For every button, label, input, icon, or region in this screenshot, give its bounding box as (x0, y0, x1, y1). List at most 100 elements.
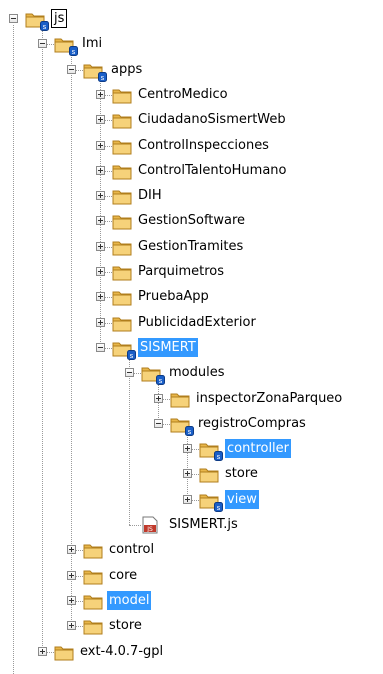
expand-toggle-icon[interactable] (96, 141, 105, 150)
tree-row[interactable]: CiudadanoSismertWeb (0, 108, 383, 133)
tree-item-label[interactable]: ControlInspecciones (136, 136, 271, 155)
expand-toggle-icon[interactable] (67, 621, 76, 630)
tree-item-label[interactable]: ControlTalentoHumano (136, 161, 288, 180)
tree-row[interactable]: store (0, 614, 383, 639)
tree-row[interactable]: model (0, 589, 383, 614)
tree-row[interactable]: s js (0, 7, 383, 32)
folder-icon: s (169, 414, 194, 436)
tree-row[interactable]: s apps (0, 58, 383, 83)
tree-row[interactable]: PublicidadExterior (0, 311, 383, 336)
folder-icon (111, 313, 133, 333)
folder-icon: s (198, 439, 223, 461)
tree-item-label[interactable]: PruebaApp (136, 287, 211, 306)
service-badge-icon: s (98, 72, 107, 82)
expand-toggle-icon[interactable] (96, 318, 105, 327)
service-badge-icon: s (156, 375, 165, 385)
tree-row[interactable]: JS SISMERT.js (0, 513, 383, 538)
tree-item-label[interactable]: inspectorZonaParqueo (194, 389, 344, 408)
tree-row[interactable]: ControlInspecciones (0, 134, 383, 159)
folder-icon (82, 591, 104, 611)
folder-icon (111, 262, 133, 282)
tree-row[interactable]: inspectorZonaParqueo (0, 387, 383, 412)
tree-item-label[interactable]: ext-4.0.7-gpl (78, 642, 165, 661)
tree-row[interactable]: CentroMedico (0, 83, 383, 108)
expand-toggle-icon[interactable] (183, 495, 192, 504)
tree-row[interactable]: PruebaApp (0, 285, 383, 310)
folder-icon (111, 211, 133, 231)
expand-toggle-icon[interactable] (183, 469, 192, 478)
expand-toggle-icon[interactable] (67, 596, 76, 605)
folder-icon (111, 85, 133, 105)
tree-item-label[interactable]: Imi (80, 34, 104, 53)
collapse-toggle-icon[interactable] (38, 39, 47, 48)
collapse-toggle-icon[interactable] (67, 65, 76, 74)
tree-row[interactable]: s Imi (0, 32, 383, 57)
svg-text:s: s (72, 48, 76, 56)
tree-item-label[interactable]: store (223, 464, 260, 483)
collapse-toggle-icon[interactable] (9, 14, 18, 23)
tree-item-label[interactable]: control (107, 540, 156, 559)
tree-row[interactable]: control (0, 538, 383, 563)
tree-item-label[interactable]: controller (225, 439, 292, 458)
expand-toggle-icon[interactable] (67, 571, 76, 580)
folder-icon: s (53, 34, 78, 56)
expand-toggle-icon[interactable] (183, 444, 192, 453)
service-badge-icon: s (69, 46, 78, 56)
svg-text:s: s (43, 23, 47, 31)
tree-row[interactable]: ControlTalentoHumano (0, 159, 383, 184)
folder-icon (169, 389, 191, 409)
expand-toggle-icon[interactable] (96, 267, 105, 276)
tree-item-label[interactable]: registroCompras (196, 414, 308, 433)
tree-item-label[interactable]: GestionSoftware (136, 211, 247, 230)
tree-row[interactable]: DIH (0, 184, 383, 209)
tree-row[interactable]: s registroCompras (0, 412, 383, 437)
tree-item-label[interactable]: DIH (136, 186, 164, 205)
expand-toggle-icon[interactable] (96, 90, 105, 99)
tree-row[interactable]: GestionSoftware (0, 209, 383, 234)
folder-icon: s (140, 363, 165, 385)
tree-row[interactable]: GestionTramites (0, 235, 383, 260)
expand-toggle-icon[interactable] (96, 242, 105, 251)
tree-item-label[interactable]: PublicidadExterior (136, 313, 258, 332)
tree-item-label[interactable]: GestionTramites (136, 237, 245, 256)
tree-item-label[interactable]: CentroMedico (136, 85, 230, 104)
expand-toggle-icon[interactable] (154, 394, 163, 403)
tree-item-label[interactable]: model (107, 591, 152, 610)
tree-row[interactable]: store (0, 462, 383, 487)
tree-item-label[interactable]: Parquimetros (136, 262, 226, 281)
expand-toggle-icon[interactable] (96, 166, 105, 175)
folder-icon (198, 464, 220, 484)
tree-row[interactable]: s controller (0, 437, 383, 462)
tree-row[interactable]: core (0, 564, 383, 589)
tree-item-label[interactable]: SISMERT (138, 338, 198, 357)
folder-icon (111, 136, 133, 156)
tree-row[interactable]: Parquimetros (0, 260, 383, 285)
tree-row[interactable]: s view (0, 488, 383, 513)
tree-item-label[interactable]: SISMERT.js (167, 515, 240, 534)
collapse-toggle-icon[interactable] (125, 368, 134, 377)
tree-row[interactable]: ext-4.0.7-gpl (0, 640, 383, 665)
expand-toggle-icon[interactable] (96, 191, 105, 200)
tree-item-label[interactable]: view (225, 490, 259, 509)
expand-toggle-icon[interactable] (38, 647, 47, 656)
folder-icon (111, 237, 133, 257)
expand-toggle-icon[interactable] (96, 216, 105, 225)
folder-icon (82, 540, 104, 560)
service-badge-icon: s (214, 502, 223, 512)
expand-toggle-icon[interactable] (67, 545, 76, 554)
collapse-toggle-icon[interactable] (154, 419, 163, 428)
expand-toggle-icon[interactable] (96, 292, 105, 301)
tree-item-label[interactable]: js (51, 9, 68, 28)
tree-item-label[interactable]: store (107, 616, 144, 635)
tree-row[interactable]: s SISMERT (0, 336, 383, 361)
expand-toggle-icon[interactable] (96, 115, 105, 124)
tree-item-label[interactable]: modules (167, 363, 227, 382)
tree-item-label[interactable]: apps (109, 60, 144, 79)
tree-item-label[interactable]: CiudadanoSismertWeb (136, 110, 288, 129)
folder-icon (111, 287, 133, 307)
svg-text:s: s (188, 428, 192, 436)
collapse-toggle-icon[interactable] (96, 343, 105, 352)
service-badge-icon: s (185, 426, 194, 436)
tree-row[interactable]: s modules (0, 361, 383, 386)
tree-item-label[interactable]: core (107, 566, 139, 585)
